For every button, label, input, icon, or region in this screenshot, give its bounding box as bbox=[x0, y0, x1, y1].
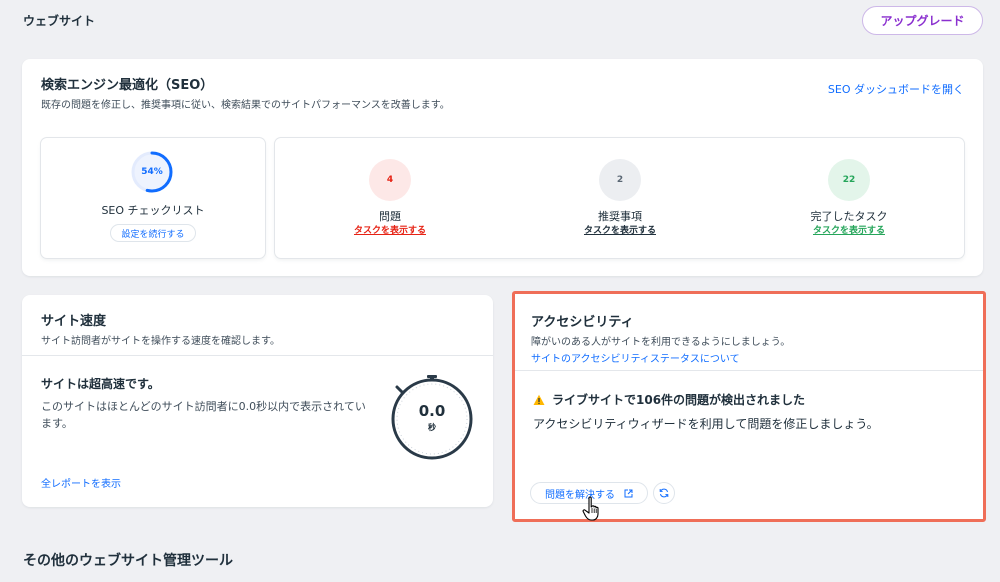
accessibility-description: アクセシビリティウィザードを利用して問題を修正しましょう。 bbox=[533, 417, 879, 431]
recommendations-label: 推奨事項 bbox=[598, 210, 642, 223]
hand-cursor-icon bbox=[582, 496, 599, 521]
top-bar: ウェブサイト アップグレード bbox=[0, 0, 1000, 44]
task-issues: 4 問題 タスクを表示する bbox=[315, 138, 465, 258]
seo-progress-value: 54% bbox=[141, 167, 163, 177]
accessibility-header: アクセシビリティ 障がいのある人がサイトを利用できるようにしましょう。 サイトの… bbox=[531, 311, 790, 365]
site-speed-card: サイト速度 サイト訪問者がサイトを操作する速度を確認します。 サイトは超高速です… bbox=[22, 295, 493, 507]
refresh-icon bbox=[659, 488, 669, 498]
accessibility-warning: ライブサイトで106件の問題が検出されました bbox=[533, 391, 805, 408]
full-report-link[interactable]: 全レポートを表示 bbox=[41, 475, 121, 490]
site-speed-subtitle: サイト訪問者がサイトを操作する速度を確認します。 bbox=[41, 336, 280, 347]
other-tools-heading: その他のウェブサイト管理ツール bbox=[23, 553, 233, 569]
speed-timer-unit: 秒 bbox=[428, 423, 436, 432]
task-completed: 22 完了したタスク タスクを表示する bbox=[774, 138, 924, 258]
seo-checklist-label: SEO チェックリスト bbox=[101, 204, 205, 217]
seo-checklist-box: 54% SEO チェックリスト 設定を続行する bbox=[41, 138, 265, 258]
divider bbox=[515, 370, 983, 371]
warning-icon bbox=[533, 394, 545, 405]
completed-label: 完了したタスク bbox=[810, 210, 888, 223]
accessibility-title: アクセシビリティ bbox=[531, 315, 634, 330]
fix-issues-label: 問題を解決する bbox=[545, 489, 615, 501]
page-title: ウェブサイト bbox=[23, 14, 96, 28]
seo-subtitle: 既存の問題を修正し、推奨事項に従い、検索結果でのサイトパフォーマンスを改善します… bbox=[41, 100, 450, 111]
task-recommendations: 2 推奨事項 タスクを表示する bbox=[545, 138, 695, 258]
site-speed-headline: サイトは超高速です。 bbox=[41, 377, 160, 391]
site-speed-header: サイト速度 サイト訪問者がサイトを操作する速度を確認します。 bbox=[41, 310, 280, 347]
continue-setup-button[interactable]: 設定を続行する bbox=[110, 224, 196, 242]
seo-card: 検索エンジン最適化（SEO） 既存の問題を修正し、推奨事項に従い、検索結果でのサ… bbox=[22, 59, 983, 276]
upgrade-button[interactable]: アップグレード bbox=[862, 6, 983, 35]
issues-count: 4 bbox=[369, 159, 411, 201]
accessibility-subtitle: 障がいのある人がサイトを利用できるようにしましょう。 bbox=[531, 337, 791, 348]
seo-tasks-box: 4 問題 タスクを表示する 2 推奨事項 タスクを表示する 22 完了したタスク… bbox=[275, 138, 964, 258]
accessibility-warning-text: ライブサイトで106件の問題が検出されました bbox=[552, 393, 806, 407]
recommendations-view-tasks-link[interactable]: タスクを表示する bbox=[545, 223, 695, 236]
site-speed-title: サイト速度 bbox=[41, 314, 107, 329]
refresh-button[interactable] bbox=[653, 482, 675, 504]
speed-timer-value: 0.0 bbox=[418, 402, 446, 420]
accessibility-status-link[interactable]: サイトのアクセシビリティステータスについて bbox=[531, 350, 790, 365]
issues-label: 問題 bbox=[379, 210, 401, 223]
site-speed-description: このサイトはほとんどのサイト訪問者に0.0秒以内で表示されています。 bbox=[41, 400, 366, 430]
external-link-icon bbox=[624, 489, 633, 497]
issues-view-tasks-link[interactable]: タスクを表示する bbox=[315, 223, 465, 236]
accessibility-card: アクセシビリティ 障がいのある人がサイトを利用できるようにしましょう。 サイトの… bbox=[512, 291, 986, 522]
divider bbox=[22, 355, 493, 356]
seo-header: 検索エンジン最適化（SEO） 既存の問題を修正し、推奨事項に従い、検索結果でのサ… bbox=[41, 74, 450, 111]
completed-view-tasks-link[interactable]: タスクを表示する bbox=[774, 223, 924, 236]
seo-title: 検索エンジン最適化（SEO） bbox=[41, 78, 214, 93]
completed-count: 22 bbox=[828, 159, 870, 201]
site-speed-summary: サイトは超高速です。 このサイトはほとんどのサイト訪問者に0.0秒以内で表示され… bbox=[41, 375, 371, 432]
recommendations-count: 2 bbox=[599, 159, 641, 201]
seo-dashboard-link[interactable]: SEO ダッシュボードを開く bbox=[828, 81, 964, 97]
